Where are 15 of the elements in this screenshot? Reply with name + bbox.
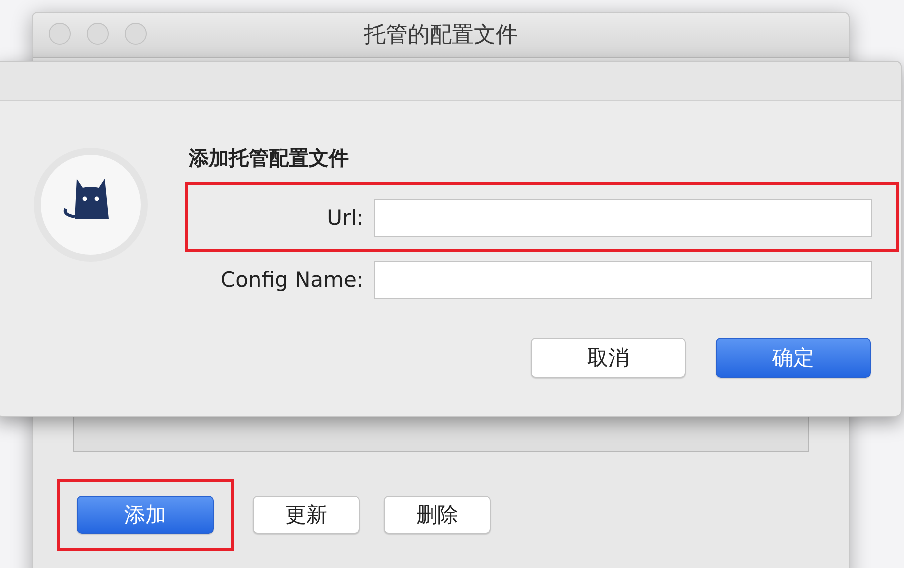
- action-button[interactable]: 删除: [384, 496, 491, 534]
- action-button[interactable]: 添加: [77, 496, 214, 534]
- field-label: Config Name:: [220, 268, 364, 292]
- input-field[interactable]: [374, 261, 872, 299]
- dialog-button[interactable]: 取消: [531, 338, 686, 378]
- dialog-button[interactable]: 确定: [716, 338, 871, 378]
- zoom-button[interactable]: [125, 23, 147, 45]
- field-label: Url:: [326, 206, 364, 230]
- action-button[interactable]: 更新: [253, 496, 360, 534]
- window-title: 托管的配置文件: [364, 22, 518, 50]
- minimize-button[interactable]: [87, 23, 109, 45]
- cat-logo-icon: [33, 147, 149, 263]
- dialog-title: 添加托管配置文件: [189, 145, 350, 172]
- input-field[interactable]: [374, 199, 872, 237]
- close-button[interactable]: [49, 23, 71, 45]
